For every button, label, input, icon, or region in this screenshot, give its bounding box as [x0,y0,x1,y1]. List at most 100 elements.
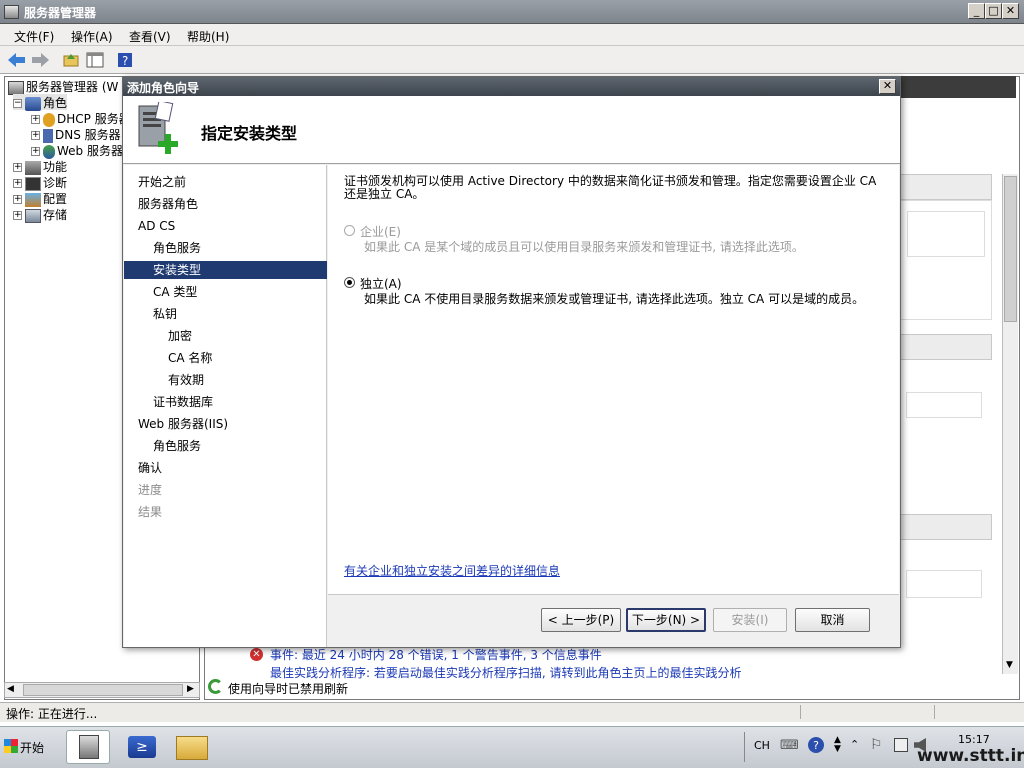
expand-icon[interactable]: + [31,131,40,140]
wizard-step[interactable]: 服务器角色 [124,195,327,213]
scroll-right-icon[interactable]: ▶ [187,684,194,694]
wizard-step[interactable]: 证书数据库 [124,393,327,411]
scroll-down-icon[interactable]: ▼ [1006,660,1013,670]
expand-icon[interactable]: + [13,211,22,220]
close-button[interactable]: ✕ [1002,3,1019,19]
help-icon[interactable]: ? [114,50,136,70]
tree-item-label: 配置 [43,192,68,206]
server-add-role-icon [135,100,183,156]
dhcp-icon [43,112,55,127]
minimize-button[interactable]: _ [968,3,985,19]
dialog-title-bar[interactable]: 添加角色向导 ✕ [123,77,900,96]
error-icon: ✕ [250,648,263,661]
features-icon [25,160,41,175]
scroll-left-icon[interactable]: ◀ [7,684,14,694]
start-button[interactable]: 开始 [2,733,50,759]
server-icon [8,80,24,95]
taskbar-server-manager[interactable] [66,730,110,764]
details-box [907,211,985,257]
back-button[interactable]: < 上一步(P) [541,608,621,632]
wizard-step[interactable]: 有效期 [124,371,327,389]
menu-help[interactable]: 帮助(H) [187,28,229,45]
wizard-step: 结果 [138,505,163,519]
wizard-step[interactable]: CA 类型 [124,283,327,301]
tree-horizontal-scrollbar[interactable]: ◀ ▶ [4,682,200,698]
wizard-step[interactable]: 加密 [124,327,327,345]
enterprise-radio[interactable] [344,225,355,236]
storage-icon [25,208,41,223]
details-header-bar [900,76,1016,98]
up-folder-icon[interactable] [60,50,82,70]
dialog-heading: 指定安装类型 [201,124,298,143]
main-window-title: 服务器管理器 [24,6,97,20]
details-section-header [900,174,992,200]
action-center-flag-icon[interactable]: ⚐ [870,737,883,753]
wizard-step[interactable]: Web 服务器(IIS) [124,415,327,433]
standalone-radio[interactable] [344,277,355,288]
next-button[interactable]: 下一步(N) > [626,608,706,632]
tree-item-label: DHCP 服务器 [57,112,131,126]
tree-root-label: 服务器管理器 (W [26,80,119,94]
forward-arrow-icon[interactable] [29,50,51,70]
configuration-icon [25,192,41,207]
wizard-step[interactable]: 角色服务 [124,239,327,257]
refresh-notice: 使用向导时已禁用刷新 [206,678,1006,696]
taskbar-explorer[interactable] [170,730,214,764]
wizard-step[interactable]: 安装类型 [124,261,327,279]
tree-item-web[interactable]: + Web 服务器 [31,142,123,159]
back-arrow-icon[interactable] [6,50,28,70]
tree-item-dhcp[interactable]: + DHCP 服务器 [31,110,131,127]
tree-item-configuration[interactable]: + 配置 [13,190,68,207]
dialog-close-button[interactable]: ✕ [879,79,896,94]
keyboard-icon[interactable]: ⌨ [780,738,799,753]
ime-arrows-icon[interactable]: ▲ ▼ [834,736,841,754]
diagnostics-icon [25,176,41,191]
clock-time[interactable]: 15:17 [958,733,990,746]
language-indicator[interactable]: CH [754,739,770,752]
events-line[interactable]: 事件: 最近 24 小时内 28 个错误, 1 个警告事件, 3 个信息事件 [270,646,602,663]
tree-item-storage[interactable]: + 存储 [13,206,67,223]
tree-root-server-manager[interactable]: 服务器管理器 (W [8,78,119,95]
wizard-step-nav: 开始之前 服务器角色 AD CS 角色服务 安装类型 CA 类型 私钥 加密 CA 名称 有效期证… [124,165,327,647]
tray-divider [744,732,745,762]
wizard-step[interactable]: 私钥 [124,305,327,323]
more-info-link[interactable]: 有关企业和独立安装之间差异的详细信息 [344,562,560,579]
scroll-thumb[interactable] [23,684,183,696]
collapse-icon[interactable]: − [13,99,22,108]
wizard-step[interactable]: 确认 [124,459,327,477]
menu-view[interactable]: 查看(V) [129,28,171,45]
standalone-description: 如果此 CA 不使用目录服务数据来颁发或管理证书, 请选择此选项。独立 CA 可… [364,292,865,306]
expand-icon[interactable]: + [31,147,40,156]
show-hidden-icons-icon[interactable]: ⌃ [850,738,859,751]
cancel-button[interactable]: 取消 [795,608,870,632]
tree-item-roles[interactable]: − 角色 [13,94,68,111]
menu-file[interactable]: 文件(F) [14,28,54,45]
tree-item-diagnostics[interactable]: + 诊断 [13,174,67,191]
expand-icon[interactable]: + [13,179,22,188]
maximize-button[interactable]: □ [985,3,1002,19]
tree-item-label: DNS 服务器 [55,128,121,142]
help-icon[interactable]: ? [808,737,824,753]
wizard-step[interactable]: CA 名称 [124,349,327,367]
expand-icon[interactable]: + [31,115,40,124]
tree-item-features[interactable]: + 功能 [13,158,67,175]
expand-icon[interactable]: + [13,163,22,172]
network-icon[interactable] [894,738,908,752]
dialog-title: 添加角色向导 [127,81,200,95]
show-hide-tree-icon[interactable] [84,50,106,70]
wizard-button-row: < 上一步(P) 下一步(N) > 安装(I) 取消 [328,596,899,647]
wizard-content: 证书颁发机构可以使用 Active Directory 中的数据来简化证书颁发和… [328,165,899,595]
tree-item-dns[interactable]: + DNS 服务器 [31,126,121,143]
details-section-body [900,200,992,320]
status-bar: 操作: 正在进行... [0,702,1024,722]
menu-action[interactable]: 操作(A) [71,28,113,45]
status-divider [934,705,935,719]
details-vertical-scrollbar[interactable]: ▼ [1002,174,1018,674]
scroll-thumb[interactable] [1004,176,1017,322]
wizard-step[interactable]: AD CS [124,217,327,235]
wizard-step[interactable]: 开始之前 [124,173,327,191]
taskbar-powershell[interactable]: ≥ [120,730,164,764]
wizard-step[interactable]: 角色服务 [124,437,327,455]
install-button[interactable]: 安装(I) [713,608,787,632]
expand-icon[interactable]: + [13,195,22,204]
